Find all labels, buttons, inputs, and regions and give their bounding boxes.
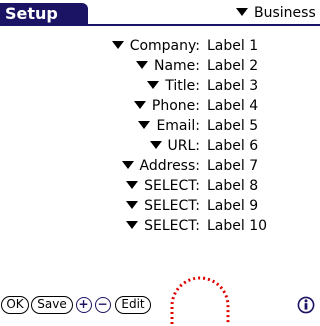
edit-button[interactable]: Edit	[115, 296, 151, 314]
field-row: SELECT: Label 8	[0, 176, 320, 196]
field-row: Name: Label 2	[0, 56, 320, 76]
field-name-label: Email:	[156, 118, 200, 134]
triangle-down-icon	[126, 181, 139, 189]
minus-circle-icon: −	[97, 297, 108, 311]
field-value: Label 8	[207, 178, 259, 194]
field-dropdown[interactable]: Email:	[138, 116, 200, 136]
info-icon[interactable]	[297, 296, 315, 314]
button-bar: OK Save + − Edit	[0, 296, 320, 314]
triangle-down-icon	[126, 201, 139, 209]
field-dropdown[interactable]: Address:	[121, 156, 200, 176]
triangle-down-icon	[133, 101, 146, 109]
field-dropdown[interactable]: SELECT:	[126, 196, 200, 216]
triangle-down-icon	[121, 161, 134, 169]
category-picker[interactable]: Business	[236, 3, 316, 23]
field-name-label: Name:	[153, 58, 200, 74]
field-row: Address: Label 7	[0, 156, 320, 176]
field-value: Label 2	[207, 58, 259, 74]
field-dropdown[interactable]: SELECT:	[126, 176, 200, 196]
field-row: Phone: Label 4	[0, 96, 320, 116]
highlight-annotation	[170, 276, 230, 324]
triangle-down-icon	[138, 121, 151, 129]
plus-circle-icon: +	[78, 297, 89, 311]
field-dropdown[interactable]: Company:	[111, 36, 200, 56]
field-name-label: Address:	[139, 158, 200, 174]
field-value: Label 3	[207, 78, 259, 94]
remove-field-button[interactable]: −	[95, 297, 111, 313]
field-dropdown[interactable]: Title:	[147, 76, 200, 96]
field-dropdown[interactable]: Name:	[135, 56, 200, 76]
field-dropdown[interactable]: Phone:	[133, 96, 200, 116]
field-dropdown[interactable]: URL:	[149, 136, 201, 156]
field-list: Company: Label 1 Name: Label 2 Title: La…	[0, 36, 320, 236]
field-dropdown[interactable]: SELECT:	[126, 216, 200, 236]
field-name-label: SELECT:	[144, 178, 200, 194]
triangle-down-icon	[135, 61, 148, 69]
ok-button[interactable]: OK	[1, 296, 29, 314]
triangle-down-icon	[236, 8, 248, 16]
field-name-label: Company:	[129, 38, 200, 54]
app-title: Setup	[0, 3, 88, 25]
field-row: SELECT: Label 10	[0, 216, 320, 236]
field-name-label: URL:	[167, 138, 201, 154]
field-row: Email: Label 5	[0, 116, 320, 136]
field-name-label: SELECT:	[144, 218, 200, 234]
field-value: Label 1	[207, 38, 259, 54]
category-picker-label: Business	[254, 5, 316, 21]
triangle-down-icon	[126, 221, 139, 229]
field-value: Label 5	[207, 118, 259, 134]
triangle-down-icon	[149, 141, 162, 149]
field-name-label: Phone:	[151, 98, 200, 114]
field-value: Label 7	[207, 158, 259, 174]
field-row: Title: Label 3	[0, 76, 320, 96]
field-value: Label 4	[207, 98, 259, 114]
field-name-label: SELECT:	[144, 198, 200, 214]
title-rule	[0, 24, 320, 26]
add-field-button[interactable]: +	[76, 297, 92, 313]
title-bar: Setup Business	[0, 3, 320, 26]
triangle-down-icon	[147, 81, 160, 89]
field-row: URL: Label 6	[0, 136, 320, 156]
field-row: Company: Label 1	[0, 36, 320, 56]
field-value: Label 10	[207, 218, 268, 234]
triangle-down-icon	[111, 41, 124, 49]
save-button[interactable]: Save	[31, 296, 73, 314]
field-value: Label 6	[207, 138, 259, 154]
field-value: Label 9	[207, 198, 259, 214]
field-name-label: Title:	[165, 78, 200, 94]
field-row: SELECT: Label 9	[0, 196, 320, 216]
